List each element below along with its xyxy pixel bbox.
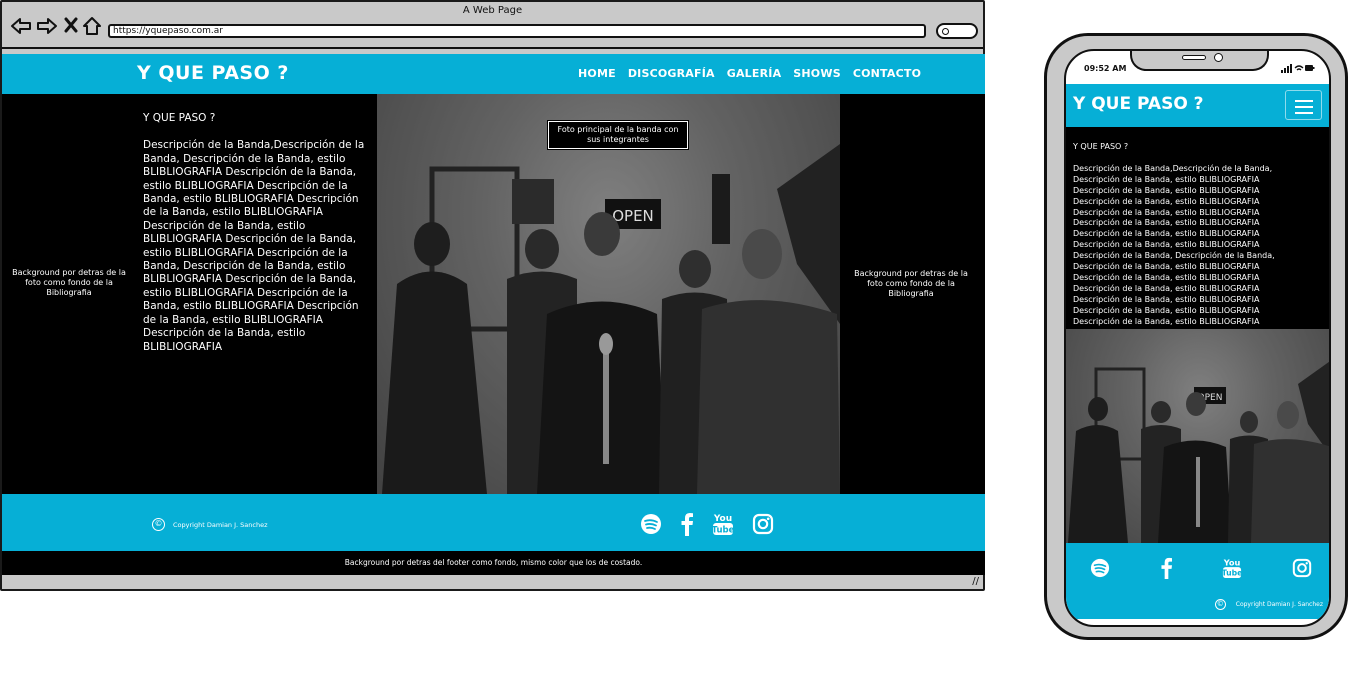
bio-section: Y QUE PASO ? Descripción de la Banda,Des… [143,112,365,354]
mobile-bio-line: Descripción de la Banda, estilo BLIBLIOG… [1073,262,1260,272]
mobile-bio-line: Descripción de la Banda, estilo BLIBLIOG… [1073,185,1260,195]
side-note-right: Background por detras de la foto como fo… [854,269,968,298]
band-photo: OPEN Foto principal de la banda con sus … [377,94,840,494]
signal-battery-icon [1281,64,1315,73]
site-header: Y QUE PASO ? HOME DISCOGRAFÍA GALERÍA SH… [2,54,985,94]
youtube-icon[interactable]: You Tube [712,512,734,536]
mobile-bio-line: Descripción de la Banda, estilo BLIBLIOG… [1073,283,1260,293]
bio-title: Y QUE PASO ? [143,112,216,124]
status-time: 09:52 AM [1084,64,1127,73]
copyright-icon: © [152,518,165,531]
mobile-bio-line: Descripción de la Banda, estilo BLIBLIOG… [1073,316,1260,326]
nav-discografia[interactable]: DISCOGRAFÍA [628,67,715,80]
nav-home[interactable]: HOME [578,67,616,80]
mobile-bio-line: Descripción de la Banda, estilo BLIBLIOG… [1073,305,1260,315]
mobile-bio-line: Descripción de la Banda, estilo BLIBLIOG… [1073,294,1260,304]
browser-search[interactable] [936,23,978,39]
back-icon[interactable] [10,16,32,36]
bio-paragraph: Descripción de la Banda,Descripción de l… [143,139,365,353]
spotify-icon[interactable] [640,513,662,535]
band-photo-illustration: OPEN [377,94,840,494]
nav-galeria[interactable]: GALERÍA [727,67,782,80]
instagram-icon[interactable] [752,513,774,535]
side-note-left: Background por detras de la foto como fo… [12,268,126,297]
home-icon[interactable] [82,16,102,36]
toolbar-divider [2,47,983,49]
mobile-bio-line: Descripción de la Banda,Descripción de l… [1073,163,1273,173]
mobile-bio-line: Descripción de la Banda, estilo BLIBLIOG… [1073,218,1260,228]
forward-icon[interactable] [36,16,58,36]
copyright-icon: © [1214,599,1226,610]
mobile-brand[interactable]: Y QUE PASO ? [1073,94,1204,114]
resize-handle-icon[interactable]: // [972,576,979,587]
footer-copyright-text: Copyright Damian J. Sanchez [173,520,268,529]
mobile-bio-section: Y QUE PASO ? Descripción de la Banda,Des… [1066,127,1329,329]
mobile-bio-line: Descripción de la Banda, Descripción de … [1073,251,1275,261]
mobile-header: Y QUE PASO ? [1066,84,1329,127]
nav-shows[interactable]: SHOWS [793,67,841,80]
phone-notch [1130,51,1269,71]
browser-window: A Web Page https://yquepaso.com.ar Y QUE… [0,0,985,591]
mobile-bio-line: Descripción de la Banda, estilo BLIBLIOG… [1073,207,1260,217]
main-nav: HOME DISCOGRAFÍA GALERÍA SHOWS CONTACTO [578,67,921,80]
footer-copyright: © Copyright Damian J. Sanchez [152,518,268,531]
footer-background-note: Background por detras del footer como fo… [2,551,985,575]
photo-caption: Foto principal de la banda con sus integ… [547,120,689,150]
status-icons [1281,63,1315,75]
mobile-band-photo-illustration: OPEN [1066,329,1329,543]
nav-contacto[interactable]: CONTACTO [853,67,921,80]
speaker-icon [1182,55,1206,60]
site-brand[interactable]: Y QUE PASO ? [137,62,289,84]
svg-text:You: You [713,514,732,524]
svg-text:OPEN: OPEN [612,207,654,225]
search-icon [942,28,949,35]
mobile-band-photo: OPEN [1066,329,1329,543]
mobile-bio-line: Descripción de la Banda, estilo BLIBLIOG… [1073,229,1260,239]
mobile-footer: You Tube © Copyright Damian J. Sanchez [1066,543,1329,619]
svg-text:Tube: Tube [1222,569,1242,578]
main-section: Background por detras de la foto como fo… [2,94,985,494]
mobile-footer-copyright-text: Copyright Damian J. Sanchez [1235,601,1323,608]
mobile-bio-title: Y QUE PASO ? [1073,142,1129,151]
youtube-icon[interactable]: You Tube [1222,557,1242,579]
svg-text:You: You [1223,557,1241,567]
facebook-icon[interactable] [680,512,694,536]
facebook-icon[interactable] [1160,557,1173,579]
mobile-bio-line: Descripción de la Banda, estilo BLIBLIOG… [1073,240,1260,250]
window-title: A Web Page [462,5,523,16]
phone-screen: 09:52 AM Y QUE PASO ? Y QUE PASO ? Descr… [1064,49,1331,627]
spotify-icon[interactable] [1090,558,1110,578]
instagram-icon[interactable] [1292,558,1312,578]
camera-icon [1214,53,1223,62]
mobile-bio-line: Descripción de la Banda, estilo BLIBLIOG… [1073,174,1260,184]
social-links: You Tube [640,512,774,536]
svg-text:Tube: Tube [712,526,734,536]
close-icon[interactable] [64,16,78,34]
mobile-bio-line: Descripción de la Banda, estilo BLIBLIOG… [1073,272,1260,282]
hamburger-menu-icon[interactable] [1285,90,1322,120]
address-bar[interactable]: https://yquepaso.com.ar [108,24,926,38]
mobile-bio-line: Descripción de la Banda, estilo BLIBLIOG… [1073,196,1260,206]
phone-frame: 09:52 AM Y QUE PASO ? Y QUE PASO ? Descr… [1044,33,1348,640]
mobile-footer-copyright: © Copyright Damian J. Sanchez [1214,599,1323,610]
site-footer: © Copyright Damian J. Sanchez You Tube [2,494,985,551]
mobile-social-links: You Tube [1090,557,1312,579]
